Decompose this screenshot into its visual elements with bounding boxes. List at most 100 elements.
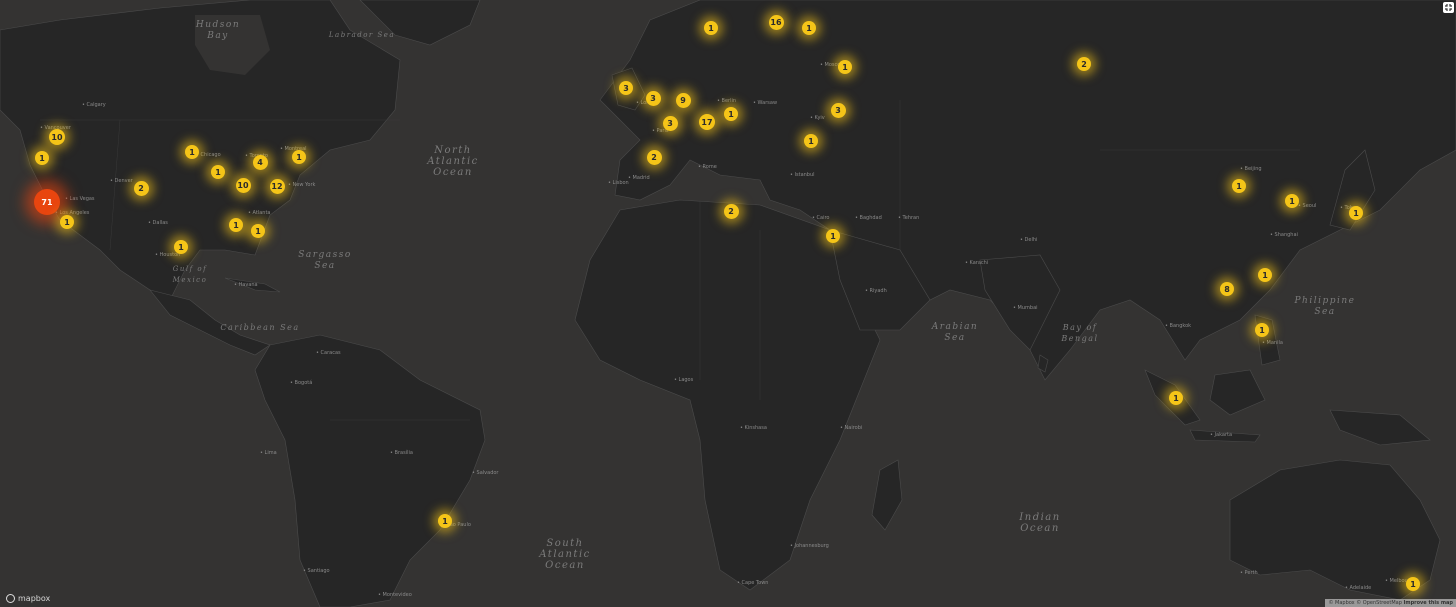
cluster-marker[interactable]: 1	[1349, 206, 1363, 220]
cluster-marker[interactable]: 2	[1077, 57, 1091, 71]
city-label: • Seoul	[1298, 203, 1317, 209]
fullscreen-exit-icon	[1445, 4, 1452, 11]
cluster-marker[interactable]: 1	[251, 224, 265, 238]
cluster-marker[interactable]: 1	[292, 150, 306, 164]
borneo-landmass	[1209, 369, 1266, 416]
cluster-marker[interactable]: 1	[1169, 391, 1183, 405]
city-label: • Adelaide	[1345, 585, 1372, 591]
city-label: • Havana	[234, 282, 258, 288]
city-label: • Calgary	[82, 102, 106, 108]
water-label: Labrador Sea	[328, 31, 396, 39]
city-label: • Johannesburg	[790, 543, 829, 549]
city-label: • Lisbon	[608, 180, 629, 186]
water-label: Arabian Sea	[931, 322, 979, 343]
city-label: • Manila	[1262, 340, 1283, 346]
city-label: • Dallas	[148, 220, 168, 226]
cluster-marker[interactable]: 3	[619, 81, 633, 95]
madagascar-landmass	[871, 459, 903, 531]
new-guinea-landmass	[1329, 409, 1431, 446]
map-basemap	[0, 0, 1456, 607]
city-label: • Montevideo	[378, 592, 412, 598]
water-label: Indian Ocean	[1019, 512, 1061, 534]
city-label: • Lagos	[674, 377, 694, 383]
city-label: • Caracas	[316, 350, 341, 356]
cluster-marker[interactable]: 8	[1220, 282, 1234, 296]
city-label: • Istanbul	[790, 172, 815, 178]
cluster-marker[interactable]: 1	[1285, 194, 1299, 208]
attribution-text[interactable]: © Mapbox © OpenStreetMap	[1328, 600, 1401, 606]
cluster-marker[interactable]: 1	[60, 215, 74, 229]
city-label: • Denver	[110, 178, 133, 184]
water-label: Philippine Sea	[1294, 296, 1356, 317]
city-label: • Salvador	[472, 470, 499, 476]
city-label: • Berlin	[717, 98, 737, 104]
cluster-marker[interactable]: 1	[35, 151, 49, 165]
city-label: • Baghdad	[855, 215, 882, 221]
city-label: • Santiago	[303, 568, 330, 574]
city-label: • Cape Town	[737, 580, 769, 586]
city-label: • Bogotá	[290, 380, 313, 386]
cluster-marker[interactable]: 4	[252, 154, 268, 170]
cluster-marker[interactable]: 10	[235, 177, 251, 193]
cluster-marker[interactable]: 1	[838, 60, 852, 74]
cluster-marker[interactable]: 3	[645, 90, 661, 106]
cluster-marker[interactable]: 2	[723, 203, 739, 219]
city-label: • New York	[288, 182, 316, 188]
cluster-marker[interactable]: 2	[646, 149, 662, 165]
cluster-marker[interactable]: 16	[768, 14, 784, 30]
map-attribution: © Mapbox © OpenStreetMap Improve this ma…	[1325, 599, 1456, 607]
cluster-marker[interactable]: 3	[830, 102, 846, 118]
water-label: North Atlantic Ocean	[427, 145, 479, 178]
city-label: • Brasília	[390, 450, 413, 456]
cluster-marker[interactable]: 1	[804, 134, 818, 148]
city-label: • Los Angeles	[55, 210, 90, 216]
city-label: • Bangkok	[1165, 323, 1192, 329]
cluster-marker[interactable]: 10	[49, 129, 65, 145]
fullscreen-button[interactable]	[1443, 2, 1454, 13]
city-label: • Perth	[1240, 570, 1258, 576]
cluster-marker[interactable]: 1	[704, 21, 718, 35]
cluster-marker[interactable]: 1	[802, 21, 816, 35]
world-map[interactable]: Hudson Bay North Atlantic Ocean Sargasso S…	[0, 0, 1456, 607]
city-label: • Kyiv	[810, 115, 825, 121]
city-label: • Nairobi	[840, 425, 863, 431]
cluster-marker[interactable]: 71	[34, 189, 60, 215]
cluster-marker[interactable]: 3	[662, 115, 678, 131]
city-label: • Tehran	[898, 215, 920, 221]
africa-landmass	[574, 199, 881, 591]
cluster-marker[interactable]: 1	[1406, 577, 1420, 591]
city-label: • Atlanta	[248, 210, 271, 216]
water-label: Sargasso Sea	[298, 250, 352, 271]
cluster-marker[interactable]: 1	[185, 145, 199, 159]
mapbox-logo-text: mapbox	[18, 594, 51, 603]
cluster-marker[interactable]: 9	[675, 92, 691, 108]
city-label: • Rome	[698, 164, 717, 170]
cluster-marker[interactable]: 1	[174, 240, 188, 254]
city-label: • Mumbai	[1013, 305, 1038, 311]
city-label: • Delhi	[1020, 237, 1038, 243]
cluster-marker[interactable]: 12	[269, 178, 285, 194]
cluster-marker[interactable]: 1	[229, 218, 243, 232]
cluster-marker[interactable]: 1	[1258, 268, 1272, 282]
cluster-marker[interactable]: 1	[1232, 179, 1246, 193]
cluster-marker[interactable]: 1	[438, 514, 452, 528]
water-label: Hudson Bay	[195, 20, 241, 41]
cluster-marker[interactable]: 1	[211, 165, 225, 179]
mapbox-logo[interactable]: mapbox	[6, 594, 50, 603]
city-label: • Karachi	[965, 260, 989, 266]
mapbox-logo-icon	[6, 594, 15, 603]
cluster-marker[interactable]: 1	[724, 107, 738, 121]
city-label: • Lima	[260, 450, 277, 456]
city-label: • Las Vegas	[65, 196, 95, 202]
cluster-marker[interactable]: 1	[1255, 323, 1269, 337]
city-label: • Jakarta	[1210, 432, 1233, 438]
cluster-marker[interactable]: 2	[133, 180, 149, 196]
improve-map-link[interactable]: Improve this map	[1404, 600, 1454, 606]
city-label: • Kinshasa	[740, 425, 767, 431]
city-label: • Warsaw	[753, 100, 778, 106]
city-label: • Beijing	[1240, 166, 1262, 172]
city-label: • Riyadh	[865, 288, 887, 294]
water-label: Caribbean Sea	[220, 323, 300, 332]
cluster-marker[interactable]: 17	[699, 114, 715, 130]
cluster-marker[interactable]: 1	[826, 229, 840, 243]
